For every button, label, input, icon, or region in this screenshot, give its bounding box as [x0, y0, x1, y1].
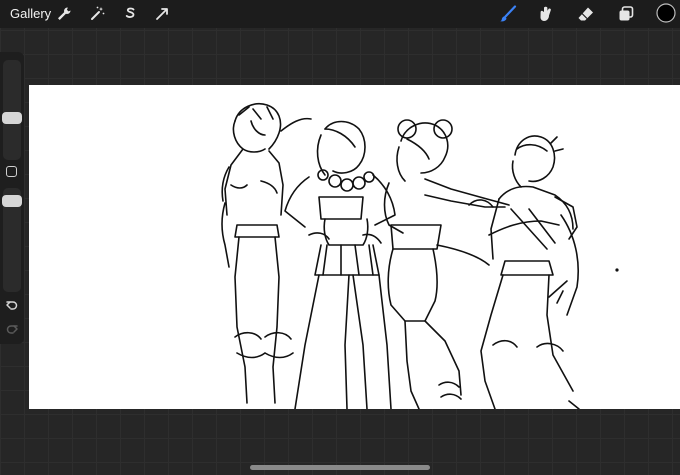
undo-icon[interactable] [5, 298, 19, 312]
gallery-button[interactable]: Gallery [10, 6, 51, 21]
magic-wand-icon[interactable] [87, 4, 107, 24]
selection-s-icon[interactable] [120, 4, 140, 24]
drawing-canvas[interactable] [29, 85, 680, 409]
opacity-slider-thumb[interactable] [2, 195, 22, 207]
brush-size-slider-thumb[interactable] [2, 112, 22, 124]
brush-icon[interactable] [498, 4, 518, 24]
character-4 [480, 135, 580, 409]
brush-size-slider[interactable] [3, 60, 21, 160]
home-indicator [250, 465, 430, 470]
line-art-drawing [221, 103, 619, 409]
modify-button[interactable] [6, 166, 17, 177]
wrench-icon[interactable] [54, 4, 74, 24]
character-2 [284, 120, 396, 409]
transform-arrow-icon[interactable] [152, 4, 172, 24]
character-3 [383, 119, 510, 409]
color-swatch[interactable] [656, 3, 676, 23]
left-sidebar [0, 52, 24, 344]
top-toolbar: Gallery [0, 0, 680, 28]
smudge-icon[interactable] [536, 4, 556, 24]
eraser-icon[interactable] [576, 4, 596, 24]
character-1 [221, 103, 312, 404]
redo-icon[interactable] [5, 322, 19, 336]
layers-icon[interactable] [616, 4, 636, 24]
